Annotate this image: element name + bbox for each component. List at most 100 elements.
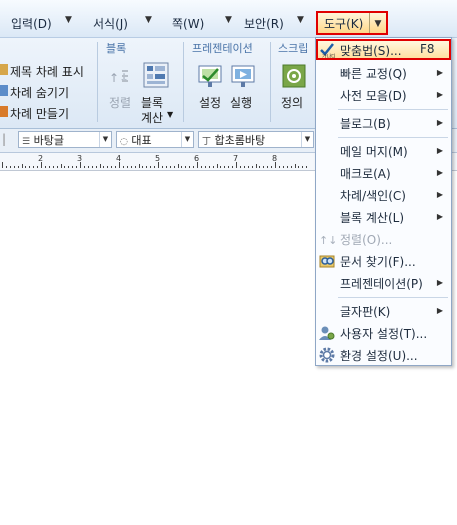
menu-format-arrow-icon[interactable]: ▼ xyxy=(145,15,152,25)
tools-menu: 가나다 맞춤법(S)... F8 빠른 교정(Q) ▶ 사전 모음(D) ▶ 블… xyxy=(315,37,452,366)
menu-item-presentation[interactable]: 프레젠테이션(P) ▶ xyxy=(316,272,451,294)
ribbon-divider-3 xyxy=(270,42,271,122)
block-calc-icon[interactable] xyxy=(143,62,169,88)
ruler-tick xyxy=(99,164,101,168)
gear-icon xyxy=(319,347,335,363)
ruler-tick xyxy=(154,166,156,168)
font-select-dropdown-icon[interactable]: ▼ xyxy=(301,132,313,147)
menu-item-quick-correct-label: 빠른 교정(Q) xyxy=(340,67,407,81)
submenu-arrow-icon: ▶ xyxy=(436,306,443,315)
font-select[interactable]: 丁 합초롬바탕 ▼ xyxy=(198,131,314,148)
menu-page[interactable]: 쪽(W) xyxy=(172,15,204,32)
ruler-tick xyxy=(247,166,249,168)
menu-page-arrow-icon[interactable]: ▼ xyxy=(225,15,232,25)
style-select-dropdown-icon[interactable]: ▼ xyxy=(99,132,111,147)
submenu-arrow-icon: ▶ xyxy=(436,212,443,221)
menu-item-sort[interactable]: ↑↓ 정렬(O)... xyxy=(316,228,451,250)
ruler-tick xyxy=(228,166,230,168)
sort-icon[interactable]: ↑↓ xyxy=(108,66,130,88)
font-select-value: 합초롬바탕 xyxy=(214,134,266,147)
ruler-tick xyxy=(17,166,19,168)
menu-item-block-calc[interactable]: 블록 계산(L) ▶ xyxy=(316,206,451,228)
ruler-tick xyxy=(208,166,210,168)
menu-item-macro[interactable]: 매크로(A) ▶ xyxy=(316,162,451,184)
presentation-run-label[interactable]: 실행 xyxy=(230,94,252,111)
ribbon-divider-2 xyxy=(183,42,184,122)
menu-item-keyboard[interactable]: 글자판(K) ▶ xyxy=(316,300,451,322)
font-icon: 丁 xyxy=(202,137,212,147)
toc-make[interactable]: 차례 만들기 xyxy=(10,105,69,122)
ruler-tick xyxy=(76,166,78,168)
ruler-tick xyxy=(87,166,89,168)
menu-format[interactable]: 서식(J) xyxy=(93,15,128,32)
menu-item-mail-merge[interactable]: 메일 머지(M) ▶ xyxy=(316,140,451,162)
menu-item-spelling[interactable]: 가나다 맞춤법(S)... F8 xyxy=(316,38,451,60)
ruler-tick xyxy=(142,166,144,168)
ruler-tick xyxy=(181,166,183,168)
toc-hide[interactable]: 차례 숨기기 xyxy=(10,84,69,101)
menu-input-arrow-icon[interactable]: ▼ xyxy=(65,15,72,25)
language-select-dropdown-icon[interactable]: ▼ xyxy=(181,132,193,147)
menu-item-user-settings[interactable]: 사용자 설정(T)... xyxy=(316,322,451,344)
ruler-tick xyxy=(68,166,70,168)
script-define-icon[interactable] xyxy=(281,63,307,89)
menu-item-blog[interactable]: 블로그(B) ▶ xyxy=(316,112,451,134)
ruler-tick xyxy=(130,166,132,168)
menu-item-quick-correct[interactable]: 빠른 교정(Q) ▶ xyxy=(316,62,451,84)
script-define-label[interactable]: 정의 xyxy=(281,94,303,111)
menu-item-user-settings-label: 사용자 설정(T)... xyxy=(340,327,428,341)
menu-item-spelling-shortcut: F8 xyxy=(420,42,435,56)
ruler-tick xyxy=(193,166,195,168)
menu-tools[interactable]: 도구(K) xyxy=(324,15,363,32)
ruler-tick xyxy=(224,166,226,168)
ruler-tick xyxy=(306,166,308,168)
menu-security[interactable]: 보안(R) xyxy=(244,15,284,32)
presentation-setup-icon[interactable] xyxy=(197,63,223,89)
ruler-tick xyxy=(64,166,66,168)
ruler-tick xyxy=(189,166,191,168)
presentation-run-icon[interactable] xyxy=(230,63,256,89)
menu-item-presentation-label: 프레젠테이션(P) xyxy=(340,277,423,291)
menu-item-dictionary[interactable]: 사전 모음(D) ▶ xyxy=(316,84,451,106)
ruler-tick xyxy=(134,166,136,168)
ruler-tick xyxy=(107,166,109,168)
svg-text:가나다: 가나다 xyxy=(322,53,335,58)
menu-security-arrow-icon[interactable]: ▼ xyxy=(297,15,304,25)
ruler-tick xyxy=(122,166,124,168)
script-group-title: 스크립 xyxy=(278,42,309,55)
presentation-setup-label[interactable]: 설정 xyxy=(199,94,221,111)
block-calc-label-2[interactable]: 계산 xyxy=(141,109,163,126)
menu-separator xyxy=(338,297,448,298)
block-calc-dropdown-icon[interactable]: ▼ xyxy=(167,110,173,119)
menu-separator xyxy=(338,137,448,138)
menu-item-block-calc-label: 블록 계산(L) xyxy=(340,211,405,225)
ruler-tick xyxy=(9,166,11,168)
menu-item-mail-merge-label: 메일 머지(M) xyxy=(340,145,408,159)
menu-input[interactable]: 입력(D) xyxy=(11,15,52,32)
language-icon: ◌ xyxy=(120,137,128,147)
sort-button-label[interactable]: 정렬 xyxy=(109,94,131,111)
toc-show-icon xyxy=(0,64,8,75)
ruler-tick xyxy=(48,166,50,168)
ruler-tick xyxy=(177,164,179,168)
ruler-tick xyxy=(220,166,222,168)
ruler-tick xyxy=(290,166,292,168)
submenu-arrow-icon: ▶ xyxy=(436,278,443,287)
language-select[interactable]: ◌ 대표 ▼ xyxy=(116,131,194,148)
menu-item-blog-label: 블로그(B) xyxy=(340,117,391,131)
ruler-tick xyxy=(13,166,15,168)
ruler-tick xyxy=(83,166,85,168)
menu-item-preferences[interactable]: 환경 설정(U)... xyxy=(316,344,451,366)
menu-item-toc-index[interactable]: 차례/색인(C) ▶ xyxy=(316,184,451,206)
ruler-tick xyxy=(232,166,234,168)
language-select-value: 대표 xyxy=(131,134,152,147)
menu-tools-arrow-icon[interactable]: ▼ xyxy=(370,14,386,34)
style-select[interactable]: ☰ 바탕글 ▼ xyxy=(18,131,112,148)
ruler-tick xyxy=(251,166,253,168)
ruler-tick xyxy=(44,166,46,168)
ruler-tick xyxy=(173,166,175,168)
menu-item-spelling-label: 맞춤법(S)... xyxy=(340,44,402,58)
menu-item-find-document[interactable]: 문서 찾기(F)... xyxy=(316,250,451,272)
toc-show-titles[interactable]: 제목 차례 표시 xyxy=(10,63,84,80)
menu-item-toc-index-label: 차례/색인(C) xyxy=(340,189,406,203)
